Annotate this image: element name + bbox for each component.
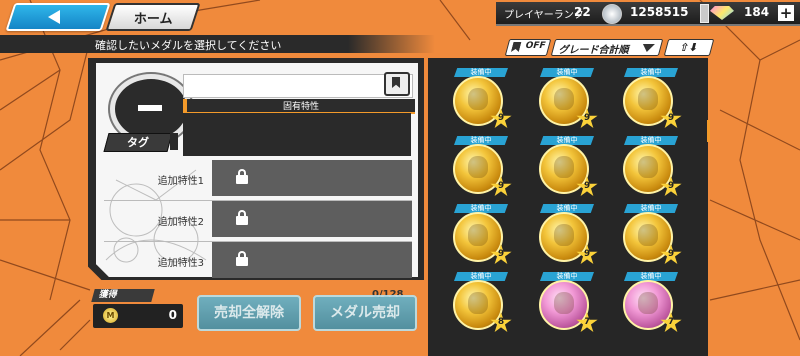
additional-trait-label: 追加特性3 xyxy=(157,258,204,269)
sort-label: グレード合計順 xyxy=(557,45,631,56)
additional-trait-slot[interactable] xyxy=(212,201,412,237)
character-portrait xyxy=(468,156,488,178)
character-portrait xyxy=(638,88,658,110)
additional-trait-slot[interactable] xyxy=(212,242,412,278)
additional-trait-slot[interactable] xyxy=(212,160,412,196)
character-portrait xyxy=(554,224,574,246)
character-portrait xyxy=(468,224,488,246)
favorite-filter-label: OFF xyxy=(524,41,547,51)
tag-button[interactable]: タグ xyxy=(103,133,173,152)
medal-card[interactable]: 装備中 7 xyxy=(536,272,598,338)
character-portrait xyxy=(554,88,574,110)
medal-grid: 装備中 9 装備中 9 装備中 9 装備中 9 装備中 9 装備中 9 装備中 9 装備中 9 装備中 9 装備中 8… xyxy=(428,58,708,356)
gem-value: 184 xyxy=(744,5,770,19)
medal-card[interactable]: 装備中 9 xyxy=(620,204,682,270)
medal-card[interactable]: 装備中 8 xyxy=(450,272,512,338)
add-gems-button[interactable]: + xyxy=(778,5,794,21)
back-arrow-icon xyxy=(48,10,60,24)
medal-coin-icon: M xyxy=(103,308,118,323)
home-button[interactable]: ホーム xyxy=(105,3,201,31)
additional-trait-row: 追加特性2 xyxy=(104,201,412,242)
bookmark-icon xyxy=(511,42,522,52)
coin-icon xyxy=(602,4,622,24)
character-portrait xyxy=(554,156,574,178)
character-portrait xyxy=(468,88,488,110)
tag-value-box xyxy=(170,133,178,150)
favorite-button[interactable] xyxy=(384,72,410,96)
medal-card[interactable]: 装備中 9 xyxy=(620,136,682,202)
medal-card[interactable]: 装備中 9 xyxy=(450,68,512,134)
player-rank-label: プレイヤーランク xyxy=(504,10,584,21)
additional-trait-label: 追加特性1 xyxy=(157,176,204,187)
obtain-label: 獲得 xyxy=(97,290,119,300)
medal-card[interactable]: 装備中 9 xyxy=(536,204,598,270)
cancel-all-sell-button[interactable]: 売却全解除 xyxy=(197,295,301,331)
scrollbar[interactable] xyxy=(707,120,710,142)
player-rank-value: 22 xyxy=(574,5,591,19)
medal-card[interactable]: 装備中 7 xyxy=(620,272,682,338)
instruction-text: 確認したいメダルを選択してください xyxy=(95,39,282,52)
sort-dropdown[interactable]: グレード合計順 xyxy=(550,39,664,56)
medal-card[interactable]: 装備中 9 xyxy=(536,68,598,134)
additional-trait-row: 追加特性3 xyxy=(104,242,412,278)
tag-label: タグ xyxy=(127,136,149,149)
bottle-icon xyxy=(700,4,709,23)
chevron-down-icon xyxy=(640,44,655,52)
empty-dash-icon xyxy=(138,105,162,111)
obtain-label-tab: 獲得 xyxy=(91,289,155,302)
unique-trait-box xyxy=(183,113,411,156)
additional-trait-row: 追加特性1 xyxy=(104,160,412,201)
medal-name-field xyxy=(183,74,413,98)
lock-icon xyxy=(236,210,248,225)
unique-trait-label: 固有特性 xyxy=(282,102,319,112)
gem-icon xyxy=(710,6,734,20)
obtain-value: 0 xyxy=(168,308,177,322)
lock-icon xyxy=(236,251,248,266)
character-portrait xyxy=(638,224,658,246)
character-portrait xyxy=(638,292,658,314)
bookmark-icon xyxy=(392,77,400,88)
additional-trait-label: 追加特性2 xyxy=(157,217,204,228)
home-button-label: ホーム xyxy=(133,11,173,27)
medal-card[interactable]: 装備中 9 xyxy=(450,136,512,202)
sell-medals-button[interactable]: メダル売却 xyxy=(313,295,417,331)
back-button[interactable] xyxy=(5,3,111,31)
unique-trait-header: 固有特性 xyxy=(183,99,415,114)
lock-icon xyxy=(236,169,248,184)
coin-value: 1258515 xyxy=(630,5,689,19)
favorite-filter-toggle[interactable]: OFF xyxy=(504,39,552,56)
medal-card[interactable]: 装備中 9 xyxy=(620,68,682,134)
character-portrait xyxy=(554,292,574,314)
character-portrait xyxy=(638,156,658,178)
obtain-box: M 0 xyxy=(93,304,183,328)
medal-card[interactable]: 装備中 9 xyxy=(536,136,598,202)
medal-card[interactable]: 装備中 9 xyxy=(450,204,512,270)
instruction-banner: 確認したいメダルを選択してください xyxy=(0,35,435,53)
character-portrait xyxy=(468,292,488,314)
sort-order-toggle[interactable]: ⇧⬇ xyxy=(663,39,715,56)
status-bar: プレイヤーランク 22 1258515 184 + xyxy=(496,2,800,26)
